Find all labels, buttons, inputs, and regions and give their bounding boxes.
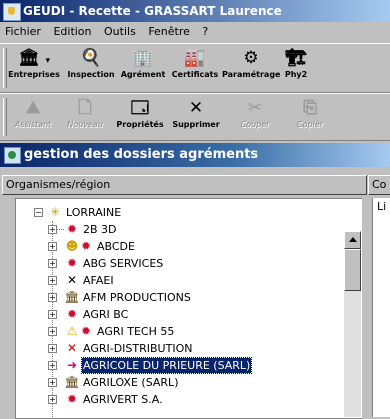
expand-icon[interactable]: + [48,378,57,387]
tree-item-selected[interactable]: + ➜ AGRICOLE DU PRIEURE (SARL) [16,357,346,374]
organismes-tree[interactable]: − ✳ LORRAINE + ✹ 2B 3D + ☻ ✹ ABCDE + ✹ A… [15,198,362,419]
panel-title: gestion des dossiers agréments [24,147,259,162]
menu-bar: Fichier Edition Outils Fenêtre ? [0,22,390,42]
proprietes-button[interactable]: 🗔 Propriétés [114,96,166,138]
tree-item[interactable]: + ☻ ✹ ABCDE [16,239,346,254]
right-list-cell: Li [377,200,387,213]
agrement-button[interactable]: 🏢 Agrément [118,46,168,88]
right-list-panel[interactable]: Li [372,198,390,417]
couper-button[interactable]: ✂ Couper [232,96,278,138]
tree-root-lorraine[interactable]: − ✳ LORRAINE [16,205,346,220]
expand-icon[interactable]: + [48,259,57,268]
toolbar-grip[interactable] [3,98,7,136]
column-header-organismes[interactable]: Organismes/région [2,175,367,195]
factory-icon: ✹ [66,392,78,406]
scroll-up-button[interactable] [344,231,361,249]
arrow-right-icon: ➜ [66,358,78,372]
tree-line [56,229,64,230]
edit-toolbar: ⛰ Assistant 🗋 Nouveau 🗔 Propriétés ✕ Sup… [0,93,390,141]
expand-icon[interactable]: + [48,293,57,302]
menu-outils[interactable]: Outils [100,22,140,42]
copier-button[interactable]: ⎘ Copier [290,96,330,138]
red-cross-icon: ✕ [66,341,78,355]
inspection-button[interactable]: 🍳 Inspection [66,46,116,88]
certificats-button[interactable]: 🏭 Certificats [170,46,220,88]
expand-icon[interactable]: + [48,327,57,336]
tree-item[interactable]: + ✹ ABG SERVICES [16,256,346,271]
expand-icon[interactable]: + [48,395,57,404]
cut-icon: ✂ [247,98,263,118]
phy2-icon: 🏗 [285,48,307,68]
title-bar: GEUDI - Recette - GRASSART Laurence [0,0,390,22]
menu-help[interactable]: ? [198,22,212,42]
factory-icon: ✹ [66,222,78,236]
building-icon: 🏛 ▾ [17,48,51,68]
nouveau-button[interactable]: 🗋 Nouveau [62,96,108,138]
region-icon: ✳ [49,205,61,219]
building-icon: 🏛 [64,375,80,389]
panel-title-bar: gestion des dossiers agréments [0,143,390,167]
tree-item[interactable]: + ✕ AFAEI [16,273,346,288]
factory-icon: ✹ [66,307,78,321]
main-toolbar: 🏛 ▾ Entreprises 🍳 Inspection 🏢 Agrément … [0,43,390,93]
tree-item[interactable]: + 🏛 AFM PRODUCTIONS [16,290,346,305]
phy2-button[interactable]: 🏗 Phy2 [282,46,310,88]
expand-icon[interactable]: + [48,225,57,234]
tree-item[interactable]: + ✹ AGRIVERT S.A. [16,392,346,407]
new-document-icon: 🗋 [78,98,92,118]
expand-icon[interactable]: + [48,344,57,353]
properties-icon: 🗔 [130,98,150,118]
supprimer-button[interactable]: ✕ Supprimer [170,96,222,138]
wizard-icon: ⛰ [25,98,41,118]
expand-icon[interactable]: + [48,242,57,251]
cross-icon: ✕ [66,273,78,287]
certificate-icon: 🏭 [184,48,206,68]
menu-fenetre[interactable]: Fenêtre [144,22,194,42]
assistant-button[interactable]: ⛰ Assistant [10,96,56,138]
window-title: GEUDI - Recette - GRASSART Laurence [23,4,282,18]
entreprises-button[interactable]: 🏛 ▾ Entreprises [6,46,62,88]
collapse-icon[interactable]: − [34,208,43,217]
factory-icon: ✹ [66,256,78,270]
tree-vertical-scrollbar[interactable] [344,231,361,417]
parametrage-button[interactable]: ⚙ Paramétrage [222,46,280,88]
tree-item[interactable]: + ✹ AGRI BC [16,307,346,322]
building-icon: 🏛 [64,290,80,304]
scroll-thumb[interactable] [344,249,361,291]
inspection-icon: 🍳 [80,48,102,68]
factory-icon: ✹ [80,239,92,253]
tree-item[interactable]: + 🏛 AGRILOXE (SARL) [16,375,346,390]
tree-item[interactable]: + ⚠ ✹ AGRI TECH 55 [16,324,346,339]
factory-icon: ✹ [80,324,92,338]
menu-edition[interactable]: Edition [49,22,95,42]
expand-icon[interactable]: + [48,361,57,370]
expand-icon[interactable]: + [48,276,57,285]
approval-icon: 🏢 [132,48,154,68]
expand-icon[interactable]: + [48,310,57,319]
panel-icon [4,147,21,164]
tree-item[interactable]: + ✹ 2B 3D [16,222,346,237]
settings-icon: ⚙ [243,48,259,68]
delete-icon: ✕ [188,98,204,118]
menu-fichier[interactable]: Fichier [1,22,45,42]
app-icon [3,3,21,21]
tree-item[interactable]: + ✕ AGRI-DISTRIBUTION [16,341,346,356]
copy-icon: ⎘ [303,98,317,118]
column-header-right[interactable]: Co [368,175,390,195]
